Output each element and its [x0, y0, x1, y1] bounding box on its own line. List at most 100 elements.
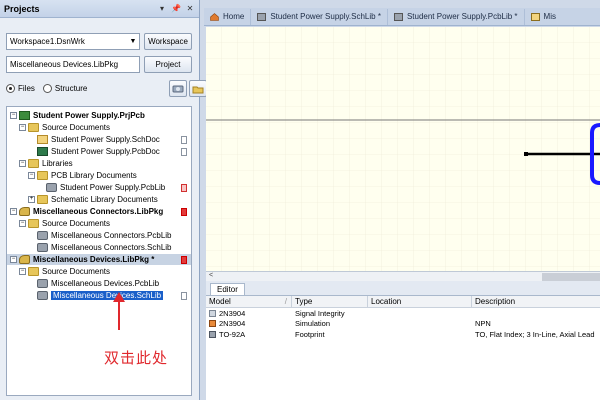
radio-selected-icon	[6, 84, 15, 93]
tree-node-schdoc[interactable]: Student Power Supply.SchDoc	[7, 134, 191, 145]
project-button[interactable]: Project	[144, 56, 192, 73]
tree-node-libraries[interactable]: − Libraries	[7, 158, 191, 169]
tree-node-connectors-schlib[interactable]: Miscellaneous Connectors.SchLib	[7, 242, 191, 253]
tree-node-label: Student Power Supply.PcbDoc	[51, 147, 160, 156]
dropdown-icon[interactable]: ▾	[157, 3, 167, 15]
close-icon[interactable]: ✕	[185, 3, 195, 15]
column-type[interactable]: Type	[292, 296, 368, 307]
tree-node-pcbdoc[interactable]: Student Power Supply.PcbDoc	[7, 146, 191, 157]
tree-node-devices-schlib[interactable]: Miscellaneous Devices.SchLib	[7, 290, 191, 301]
model-description: NPN	[475, 319, 491, 329]
workspace-row: Workspace1.DsnWrk ▼ Workspace	[6, 33, 192, 50]
model-row[interactable]: TO-92A Footprint TO, Flat Index; 3 In-Li…	[206, 329, 600, 340]
schematic-library-icon	[37, 291, 48, 300]
tab-label: Student Power Supply.PcbLib *	[406, 12, 518, 21]
collapse-icon[interactable]: −	[10, 112, 17, 119]
model-type: Footprint	[295, 329, 325, 339]
column-model[interactable]: Model /	[206, 296, 292, 307]
model-row[interactable]: 2N3904 Simulation NPN	[206, 319, 600, 330]
workspace-settings-button[interactable]	[169, 80, 188, 97]
pin-end	[524, 152, 528, 156]
tree-node-prjpcb[interactable]: − Student Power Supply.PrjPcb	[7, 110, 191, 121]
document-status-icon	[181, 291, 187, 300]
document-icon	[530, 12, 540, 21]
editor-panel: Editor Model / Type Location Description…	[206, 281, 600, 400]
canvas-horizontal-scrollbar[interactable]: <	[206, 271, 600, 281]
open-folder-button[interactable]	[189, 80, 208, 97]
settings-icon	[172, 85, 184, 92]
schematic-canvas[interactable]	[206, 27, 600, 271]
schematic-library-icon	[37, 243, 48, 252]
radio-empty-icon	[42, 84, 52, 93]
structure-radio[interactable]: Structure	[42, 84, 87, 93]
panel-title: Projects	[4, 3, 40, 14]
collapse-icon[interactable]: −	[28, 172, 35, 179]
tab-pcblib[interactable]: Student Power Supply.PcbLib *	[388, 8, 525, 25]
pcb-doc-icon	[37, 147, 48, 156]
folder-icon	[37, 195, 48, 204]
signal-integrity-icon	[209, 309, 216, 317]
tab-label: Mis	[543, 12, 556, 21]
pcb-library-icon	[393, 12, 403, 21]
tree-node-label: Student Power Supply.PcbLib	[60, 183, 166, 192]
tab-misc[interactable]: Mis	[525, 9, 562, 25]
folder-icon	[192, 86, 204, 93]
model-row[interactable]: 2N3904 Signal Integrity	[206, 308, 600, 319]
scroll-left-icon[interactable]: <	[209, 272, 213, 279]
collapse-icon[interactable]: −	[10, 208, 17, 215]
scrollbar-thumb[interactable]	[542, 273, 600, 281]
tree-node-label: Miscellaneous Devices.LibPkg *	[33, 255, 155, 264]
tree-node-connectors-pcblib[interactable]: Miscellaneous Connectors.PcbLib	[7, 230, 191, 241]
tab-schlib[interactable]: Student Power Supply.SchLib *	[251, 8, 388, 25]
tree-node-source-documents[interactable]: − Source Documents	[7, 122, 191, 133]
tab-home[interactable]: Home	[204, 8, 252, 25]
projects-panel: Projects ▾ 📌 ✕ Workspace1.DsnWrk ▼ Works…	[0, 0, 218, 400]
library-package-icon	[19, 255, 30, 264]
annotation-text: 双击此处	[104, 349, 169, 367]
chevron-down-icon[interactable]: ▼	[127, 38, 139, 45]
tree-node-label: Miscellaneous Connectors.SchLib	[51, 243, 172, 252]
tree-node-devices-libpkg[interactable]: − Miscellaneous Devices.LibPkg *	[7, 254, 191, 265]
model-grid-header: Model / Type Location Description	[206, 296, 600, 308]
files-radio[interactable]: Files	[6, 84, 35, 93]
simulation-icon	[209, 320, 216, 328]
model-name: 2N3904	[219, 319, 246, 329]
tree-node-devices-pcblib[interactable]: Miscellaneous Devices.PcbLib	[7, 278, 191, 289]
pcb-project-icon	[19, 111, 30, 120]
tree-node-label: Source Documents	[42, 123, 111, 132]
column-location[interactable]: Location	[368, 296, 472, 307]
column-description[interactable]: Description	[472, 296, 600, 307]
tree-node-schematic-library-documents[interactable]: + Schematic Library Documents	[7, 194, 191, 205]
tab-editor[interactable]: Editor	[210, 283, 245, 295]
collapse-icon[interactable]: −	[19, 160, 26, 167]
tab-label: Student Power Supply.SchLib *	[270, 12, 381, 21]
model-description: TO, Flat Index; 3 In-Line, Axial Lead	[475, 329, 595, 339]
files-radio-label: Files	[18, 84, 35, 93]
document-modified-icon	[181, 183, 187, 192]
tree-node-label: Source Documents	[42, 267, 111, 276]
tree-node-pcb-library-documents[interactable]: − PCB Library Documents	[7, 170, 191, 181]
project-field[interactable]: Miscellaneous Devices.LibPkg	[6, 56, 140, 73]
collapse-icon[interactable]: −	[10, 256, 17, 263]
tree-node-pcblib[interactable]: Student Power Supply.PcbLib	[7, 182, 191, 193]
document-status-icon	[181, 135, 187, 144]
document-tab-bar: Home Student Power Supply.SchLib * Stude…	[204, 8, 600, 26]
project-row: Miscellaneous Devices.LibPkg Project	[6, 56, 192, 73]
tree-node-source-documents[interactable]: − Source Documents	[7, 218, 191, 229]
tree-node-label: Source Documents	[42, 219, 111, 228]
document-status-icon	[181, 147, 187, 156]
folder-icon	[37, 171, 48, 180]
pin-icon[interactable]: 📌	[171, 3, 181, 15]
collapse-icon[interactable]: −	[19, 124, 26, 131]
workspace-combo[interactable]: Workspace1.DsnWrk ▼	[6, 33, 140, 50]
tree-node-source-documents[interactable]: − Source Documents	[7, 266, 191, 277]
workspace-button[interactable]: Workspace	[144, 33, 192, 50]
collapse-icon[interactable]: −	[19, 268, 26, 275]
canvas-drawing	[206, 27, 600, 271]
view-mode-row: Files Structure ▾	[6, 80, 218, 97]
tree-node-label: Miscellaneous Connectors.PcbLib	[51, 231, 172, 240]
tree-node-connectors-libpkg[interactable]: − Miscellaneous Connectors.LibPkg	[7, 206, 191, 217]
schematic-library-icon	[257, 12, 267, 21]
collapse-icon[interactable]: −	[19, 220, 26, 227]
expand-icon[interactable]: +	[28, 196, 35, 203]
